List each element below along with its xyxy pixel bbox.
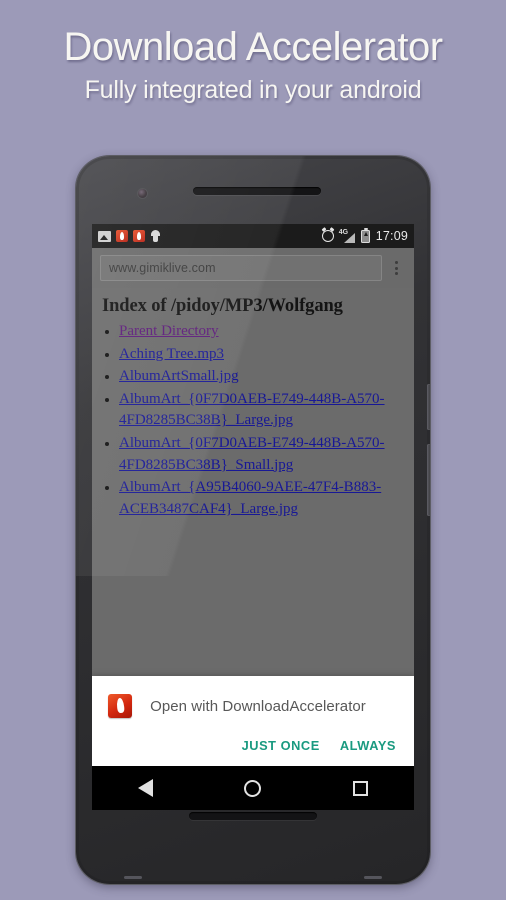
dialog-title: Open with DownloadAccelerator [150,697,366,715]
promo-banner: Download Accelerator Fully integrated in… [0,0,506,148]
directory-link[interactable]: AlbumArt_{0F7D0AEB-E749-448B-A570-4FD828… [119,391,385,429]
bottom-speaker [189,812,317,820]
battery-charging-icon [360,227,370,243]
download-accelerator-notification-icon [133,230,145,242]
directory-link[interactable]: Aching Tree.mp3 [119,346,224,362]
directory-link[interactable]: AlbumArtSmall.jpg [119,368,239,384]
antenna-line-left [124,876,142,879]
alarm-icon [321,230,334,242]
status-bar-notifications [98,230,322,242]
home-button[interactable] [225,766,281,810]
home-icon [244,779,262,797]
phone-screen: 4G 17:09 www.gimiklive.com Index of /pid… [92,224,414,810]
list-item: AlbumArt_{A95B4060-9AEE-47F4-B883-ACEB34… [119,477,404,520]
earpiece-speaker [193,187,321,195]
url-input[interactable]: www.gimiklive.com [100,255,382,281]
directory-index-heading: Index of /pidoy/MP3/Wolfgang [102,296,343,316]
list-item: AlbumArt_{0F7D0AEB-E749-448B-A570-4FD828… [119,389,404,432]
list-item: Parent Directory [119,321,404,343]
directory-link[interactable]: AlbumArt_{0F7D0AEB-E749-448B-A570-4FD828… [119,435,385,473]
browser-toolbar: www.gimiklive.com [92,248,414,288]
signal-4g-icon: 4G [339,229,355,243]
phone-device-mockup: 4G 17:09 www.gimiklive.com Index of /pid… [76,156,430,884]
back-icon [138,779,154,797]
page-subtitle: Fully integrated in your android [84,76,422,104]
volume-button[interactable] [427,444,430,516]
just-once-button[interactable]: JUST ONCE [240,734,322,757]
android-system-icon [150,230,161,242]
screenshot-image-icon [98,230,111,242]
status-bar: 4G 17:09 [92,224,414,248]
status-bar-clock: 17:09 [375,229,408,243]
recents-button[interactable] [332,766,388,810]
dialog-actions: JUST ONCE ALWAYS [92,718,414,769]
directory-link[interactable]: Parent Directory [119,323,219,339]
download-accelerator-notification-icon [116,230,128,242]
back-button[interactable] [118,766,174,810]
directory-link[interactable]: AlbumArt_{A95B4060-9AEE-47F4-B883-ACEB34… [119,479,381,517]
list-item: Aching Tree.mp3 [119,344,404,366]
dialog-header: Open with DownloadAccelerator [92,676,414,718]
antenna-line-right [364,876,382,879]
list-item: AlbumArt_{0F7D0AEB-E749-448B-A570-4FD828… [119,433,404,476]
power-button[interactable] [427,384,430,430]
navigation-bar [92,766,414,810]
kebab-menu-icon[interactable] [382,261,410,275]
page-title: Download Accelerator [63,25,443,69]
url-text: www.gimiklive.com [109,261,216,275]
list-item: AlbumArtSmall.jpg [119,366,404,388]
status-bar-system: 4G 17:09 [321,227,408,243]
directory-listing: Parent Directory Aching Tree.mp3 AlbumAr… [102,321,404,520]
always-button[interactable]: ALWAYS [338,734,398,757]
download-accelerator-icon [108,694,132,718]
front-camera-icon [138,189,147,198]
recents-icon [352,780,368,796]
